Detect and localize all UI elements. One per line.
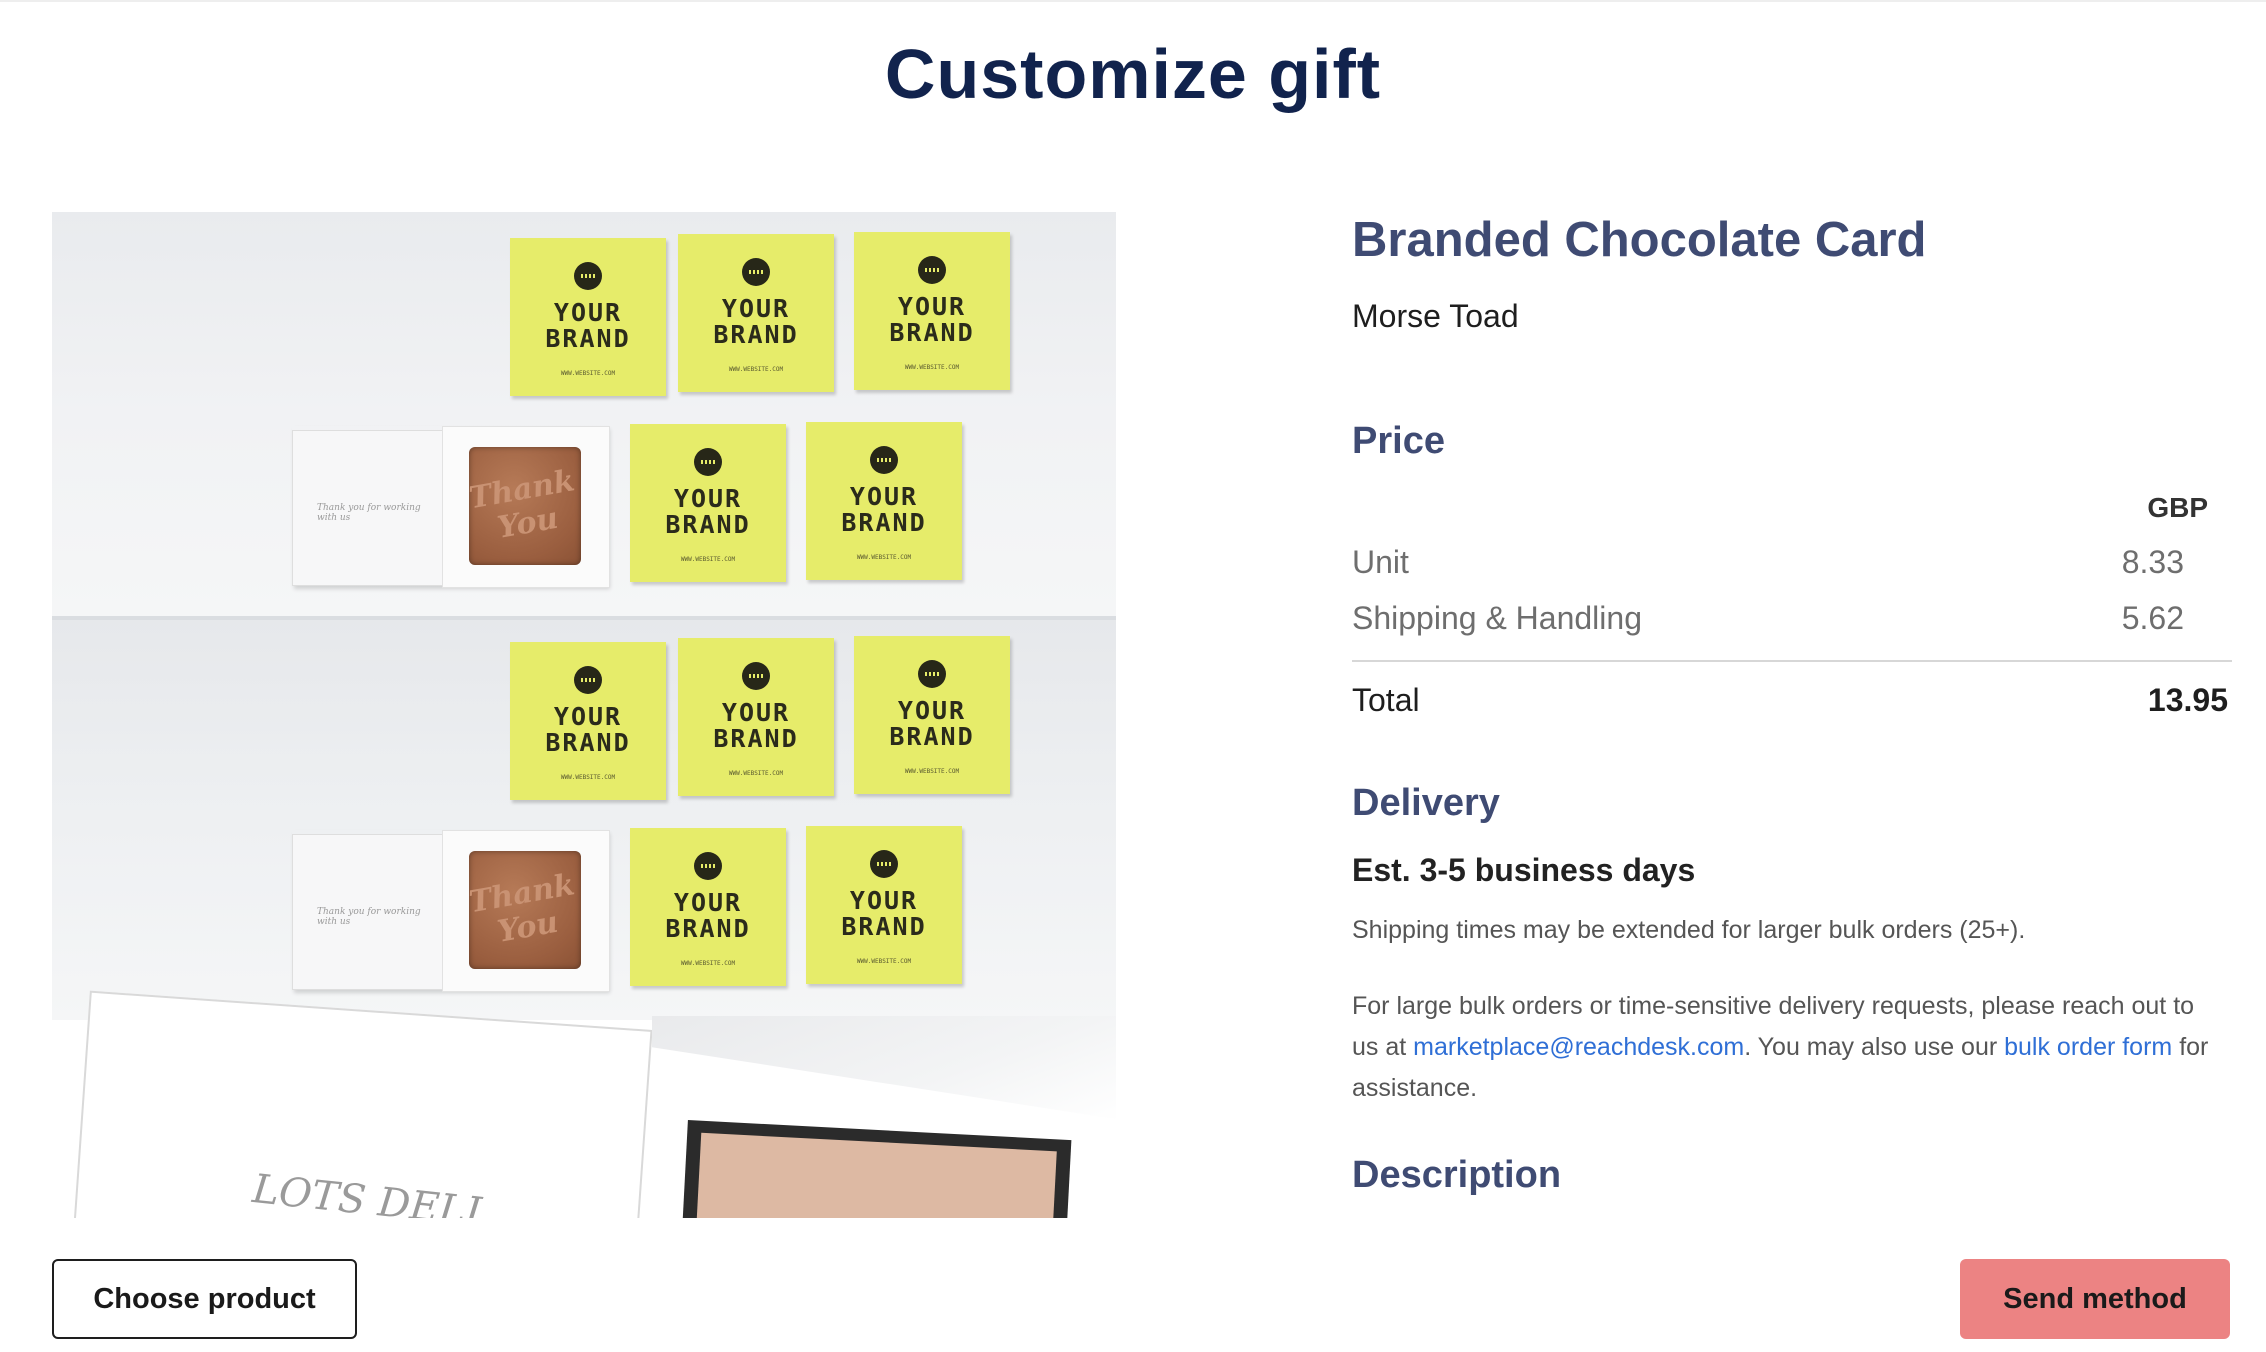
brand-card: YOUR BRAND WWW.WEBSITE.COM [806,422,962,580]
image-panel-bottom: LOTS DELI... [52,990,1116,1218]
brand-word: BRAND [889,318,975,347]
brand-logo-icon [742,662,770,690]
brand-card: YOUR BRAND WWW.WEBSITE.COM [510,642,666,800]
brand-word: YOUR [897,696,967,725]
brand-logo-icon [742,258,770,286]
total-value: 13.95 [2147,682,2228,718]
brand-word: YOUR [849,482,919,511]
chocolate-bar: Thank You [467,851,581,969]
brand-site: WWW.WEBSITE.COM [728,770,784,777]
brand-logo-icon [870,850,898,878]
chocolate-text: Thank You [466,463,578,546]
brand-word: BRAND [545,324,631,353]
brand-site: WWW.WEBSITE.COM [856,554,912,561]
open-chocolate-card: Thank you for working with us Thank You [292,830,610,992]
brand-word: YOUR [721,294,791,323]
brand-word: BRAND [665,914,751,943]
currency-label: GBP [2147,492,2208,523]
brand-card: YOUR BRAND WWW.WEBSITE.COM [854,232,1010,390]
brand-word: BRAND [545,728,631,757]
product-image[interactable]: YOUR BRAND WWW.WEBSITE.COM YOUR BRAND WW… [52,212,1116,1218]
choose-product-button[interactable]: Choose product [52,1259,357,1339]
contact-note: For large bulk orders or time-sensitive … [1352,986,2222,1109]
unit-label: Unit [1352,544,1409,580]
price-heading: Price [1352,420,1445,462]
brand-site: WWW.WEBSITE.COM [680,960,736,967]
shipping-label: Shipping & Handling [1352,600,1642,636]
brand-word: YOUR [553,702,623,731]
chocolate-tray [680,1120,1072,1218]
brand-word: BRAND [713,724,799,753]
brand-site: WWW.WEBSITE.COM [856,958,912,965]
brand-word: YOUR [721,698,791,727]
bulk-order-form-link[interactable]: bulk order form [2004,1033,2172,1061]
contact-middle: . You may also use our [1744,1033,2005,1061]
brand-word: BRAND [713,320,799,349]
brand-site: WWW.WEBSITE.COM [680,556,736,563]
vendor-name: Morse Toad [1352,298,1519,334]
brand-word: BRAND [841,912,927,941]
send-method-button[interactable]: Send method [1960,1259,2230,1339]
total-label: Total [1352,682,1420,718]
image-panel-middle: YOUR BRAND WWW.WEBSITE.COM YOUR BRAND WW… [52,616,1116,1020]
price-row-total: Total 13.95 [1352,682,2228,719]
brand-logo-icon [574,262,602,290]
brand-logo-icon [870,446,898,474]
unit-value: 8.33 [2121,544,2184,580]
price-row-shipping: Shipping & Handling 5.62 [1352,600,2208,637]
brand-word: BRAND [841,508,927,537]
brand-site: WWW.WEBSITE.COM [728,366,784,373]
price-row-unit: Unit 8.33 [1352,544,2208,581]
open-chocolate-card: Thank you for working with us Thank You [292,426,610,588]
chocolate-bar: Thank You [467,447,581,565]
brand-word: YOUR [673,888,743,917]
brand-word: YOUR [897,292,967,321]
price-divider [1352,660,2232,662]
page-title: Customize gift [884,35,1382,113]
card-message: Thank you for working with us [317,907,421,927]
brand-logo-icon [918,256,946,284]
brand-card: YOUR BRAND WWW.WEBSITE.COM [630,828,786,986]
delivery-heading: Delivery [1352,782,1500,824]
brand-card: YOUR BRAND WWW.WEBSITE.COM [678,638,834,796]
brand-card: YOUR BRAND WWW.WEBSITE.COM [806,826,962,984]
email-link[interactable]: marketplace@reachdesk.com [1413,1033,1744,1061]
brand-word: YOUR [849,886,919,915]
brand-site: WWW.WEBSITE.COM [560,774,616,781]
brand-site: WWW.WEBSITE.COM [904,364,960,371]
brand-word: YOUR [553,298,623,327]
brand-logo-icon [694,852,722,880]
brand-word: YOUR [673,484,743,513]
brand-site: WWW.WEBSITE.COM [560,370,616,377]
brand-logo-icon [574,666,602,694]
brand-logo-icon [694,448,722,476]
product-name: Branded Chocolate Card [1352,213,1927,267]
brand-word: BRAND [889,722,975,751]
shipping-value: 5.62 [2121,600,2184,636]
top-divider [0,0,2266,2]
brand-card: YOUR BRAND WWW.WEBSITE.COM [630,424,786,582]
brand-card: YOUR BRAND WWW.WEBSITE.COM [510,238,666,396]
brand-logo-icon [918,660,946,688]
bulk-note: Shipping times may be extended for large… [1352,916,2026,944]
delivery-estimate: Est. 3-5 business days [1352,852,1696,888]
brand-word: BRAND [665,510,751,539]
brand-site: WWW.WEBSITE.COM [904,768,960,775]
chocolate-text: Thank You [466,867,578,950]
card-message: Thank you for working with us [317,503,421,523]
brand-card: YOUR BRAND WWW.WEBSITE.COM [854,636,1010,794]
description-heading: Description [1352,1154,1562,1196]
brand-card: YOUR BRAND WWW.WEBSITE.COM [678,234,834,392]
image-panel-top: YOUR BRAND WWW.WEBSITE.COM YOUR BRAND WW… [52,212,1116,616]
